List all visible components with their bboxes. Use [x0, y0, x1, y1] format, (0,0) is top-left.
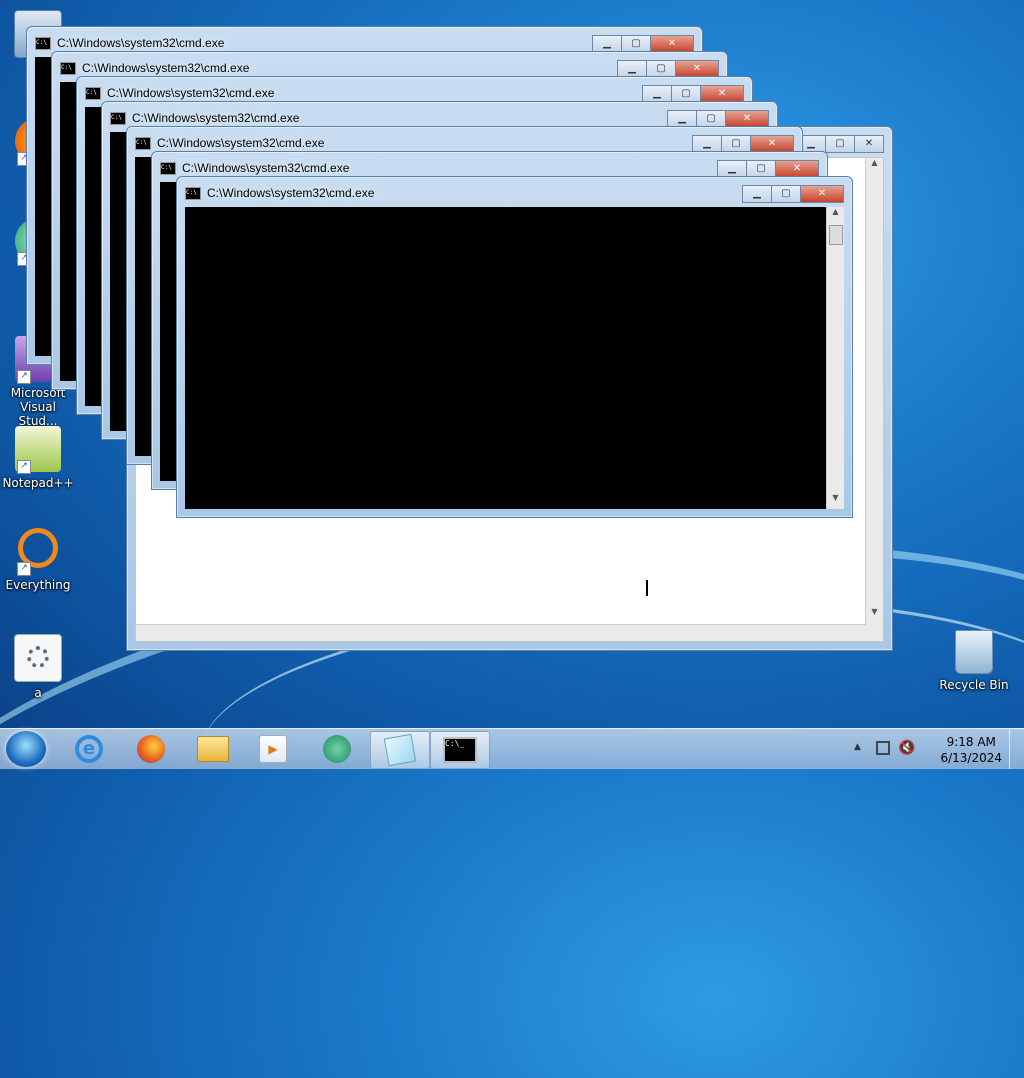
desktop-icon-a[interactable]: a	[0, 634, 76, 700]
taskbar: e ▶ C:\_ ▲ 🔇 9:18 AM 6/13/2024	[0, 728, 1024, 769]
taskbar-firefox[interactable]	[122, 731, 180, 767]
cmd-icon: C:\	[60, 61, 76, 75]
folder-icon	[197, 736, 229, 762]
taskbar-internet-explorer[interactable]: e	[60, 731, 118, 767]
taskbar-file-explorer[interactable]	[184, 731, 242, 767]
text-cursor-icon	[646, 580, 648, 596]
window-controls: ▁ ▢ ✕	[796, 135, 884, 153]
window-title: C:\ C:\Windows\system32\cmd.exe	[60, 61, 250, 75]
recycle-bin-icon	[955, 630, 993, 674]
firefox-icon	[137, 735, 165, 763]
console-area[interactable]: ▲ ▼	[185, 207, 844, 509]
system-tray: ▲ 🔇 9:18 AM 6/13/2024	[854, 729, 1024, 769]
close-button[interactable]: ✕	[854, 135, 884, 153]
minimize-button[interactable]: ▁	[742, 185, 772, 203]
vertical-scrollbar[interactable]: ▲ ▼	[865, 158, 883, 641]
green-app-icon	[323, 735, 351, 763]
shortcut-arrow-icon: ↗	[17, 460, 31, 474]
desktop-icon-label: Notepad++	[2, 476, 74, 490]
network-icon[interactable]	[876, 741, 890, 755]
cmd-icon: C:\	[35, 36, 51, 50]
scroll-down-icon[interactable]: ▼	[827, 493, 844, 509]
window-title: C:\ C:\Windows\system32\cmd.exe	[35, 36, 225, 50]
shortcut-arrow-icon: ↗	[17, 370, 31, 384]
notepad-plus-plus-icon: ↗	[15, 426, 61, 474]
internet-explorer-icon: e	[75, 735, 103, 763]
cmd-icon: C:\	[135, 136, 151, 150]
vertical-scrollbar[interactable]: ▲ ▼	[826, 207, 844, 509]
scroll-up-icon[interactable]: ▲	[866, 158, 883, 174]
taskbar-media-player[interactable]: ▶	[244, 731, 302, 767]
desktop-icon-label: a	[34, 686, 42, 700]
shortcut-arrow-icon: ↗	[17, 562, 31, 576]
window-controls: ▁ ▢ ✕	[617, 60, 719, 78]
window-title: C:\ C:\Windows\system32\cmd.exe	[110, 111, 300, 125]
clock-time: 9:18 AM	[946, 735, 996, 749]
window-controls: ▁ ▢ ✕	[667, 110, 769, 128]
desktop-icon-everything[interactable]: ↗ Everything	[0, 528, 76, 592]
window-controls: ▁ ▢ ✕	[742, 185, 844, 203]
taskbar-cmd[interactable]: C:\_	[430, 731, 490, 769]
desktop-icon-notepad-plus-plus[interactable]: ↗ Notepad++	[0, 426, 76, 490]
window-controls: ▁ ▢ ✕	[717, 160, 819, 178]
desktop-icon-label: Everything	[5, 578, 71, 592]
window-title: C:\ C:\Windows\system32\cmd.exe	[85, 86, 275, 100]
window-controls: ▁ ▢ ✕	[642, 85, 744, 103]
close-button[interactable]: ✕	[800, 185, 844, 203]
notepad-icon	[383, 733, 417, 767]
clock-date: 6/13/2024	[940, 751, 1002, 765]
settings-file-icon	[14, 634, 62, 682]
window-title: C:\ C:\Windows\system32\cmd.exe	[160, 161, 350, 175]
window-title: C:\ C:\Windows\system32\cmd.exe	[135, 136, 325, 150]
horizontal-scrollbar[interactable]	[136, 624, 866, 641]
volume-muted-icon[interactable]: 🔇	[898, 740, 915, 756]
window-controls: ▁ ▢ ✕	[592, 35, 694, 53]
cmd-icon: C:\	[110, 111, 126, 125]
window-title: C:\ C:\Windows\system32\cmd.exe	[185, 186, 375, 200]
show-desktop-button[interactable]	[1009, 729, 1024, 769]
window-controls: ▁ ▢ ✕	[692, 135, 794, 153]
media-player-icon: ▶	[259, 735, 287, 763]
scrollbar-thumb[interactable]	[829, 225, 843, 245]
desktop-icon-label: Recycle Bin	[939, 678, 1009, 692]
cmd-icon: C:\_	[443, 737, 477, 763]
scroll-up-icon[interactable]: ▲	[827, 207, 844, 223]
desktop-icon-recycle-bin[interactable]: Recycle Bin	[936, 630, 1012, 692]
cmd-window-front[interactable]: C:\ C:\Windows\system32\cmd.exe ▁ ▢ ✕ ▲ ▼	[176, 176, 853, 518]
taskbar-app-green[interactable]	[308, 731, 366, 767]
desktop-icon-label: Microsoft Visual Stud...	[10, 386, 66, 428]
maximize-button[interactable]: ▢	[825, 135, 855, 153]
taskbar-notepad[interactable]	[370, 731, 430, 769]
maximize-button[interactable]: ▢	[771, 185, 801, 203]
cmd-icon: C:\	[85, 86, 101, 100]
clock[interactable]: 9:18 AM 6/13/2024	[940, 734, 1002, 766]
scroll-down-icon[interactable]: ▼	[866, 607, 883, 623]
start-button[interactable]	[6, 731, 46, 767]
everything-icon: ↗	[15, 528, 61, 576]
show-hidden-icons-icon[interactable]: ▲	[854, 742, 861, 752]
cmd-icon: C:\	[160, 161, 176, 175]
cmd-icon: C:\	[185, 186, 201, 200]
